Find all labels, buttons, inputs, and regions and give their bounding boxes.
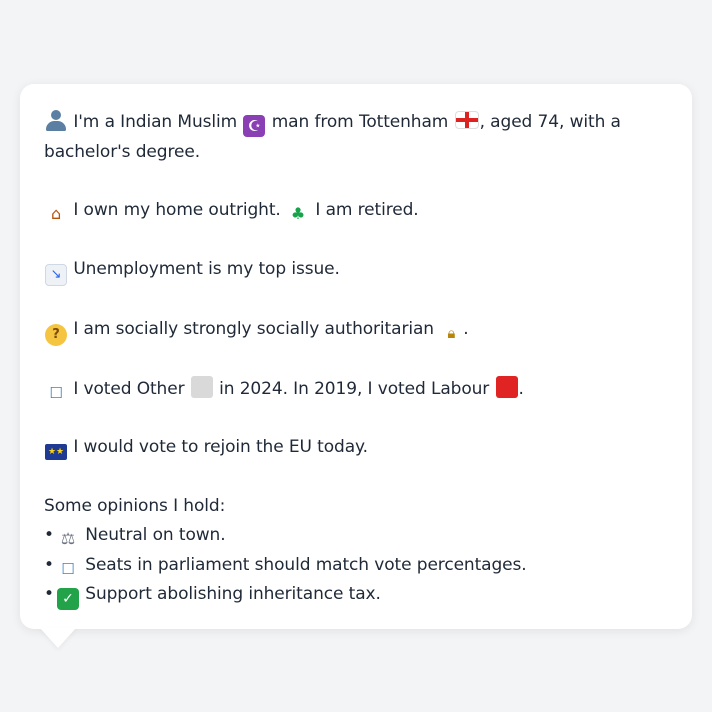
vote-end: . <box>518 378 524 399</box>
intro-part4: bachelor's degree. <box>44 141 201 162</box>
vote-line: ☐ I voted Other in 2024. In 2019, I vote… <box>44 375 668 405</box>
ballot-box-icon: ☐ <box>49 383 63 402</box>
opinion-text: Seats in parliament should match vote pe… <box>85 554 527 575</box>
check-mark-button-icon: ✓ <box>56 588 79 610</box>
eu-line: ★★ I would vote to rejoin the EU today. <box>44 433 668 463</box>
balance-scale-icon: ⚖ <box>60 529 76 548</box>
intro-part2: man from Tottenham <box>271 112 449 132</box>
england-flag-icon <box>454 111 479 129</box>
bullet: • <box>44 554 54 575</box>
housing-line: ⌂ I own my home outright. ♣ I am retired… <box>44 196 668 226</box>
social-end: . <box>463 318 469 339</box>
opinions-heading: Some opinions I hold: <box>44 495 226 516</box>
house-icon: ⌂ <box>50 204 62 223</box>
red-square-icon <box>495 375 518 398</box>
opinion-text: Support abolishing inheritance tax. <box>85 584 381 604</box>
intro-part3: , aged 74, with a <box>479 112 621 132</box>
eu-text: I would vote to rejoin the EU today. <box>73 437 368 457</box>
intro-line: I'm a Indian Muslim ☪ man from Tottenham… <box>44 108 668 167</box>
opinion-item: • ✓ Support abolishing inheritance tax. <box>44 580 668 610</box>
thinking-face-icon: ? <box>45 323 67 346</box>
bullet: • <box>44 584 54 604</box>
vote-part2: in 2024. In 2019, I voted Labour <box>219 378 490 399</box>
issue-line: ↘ Unemployment is my top issue. <box>44 255 668 286</box>
lock-icon: 🔒︎ <box>447 323 456 342</box>
persona-description: I'm a Indian Muslim ☪ man from Tottenham… <box>44 108 668 610</box>
bullet: • <box>44 525 54 545</box>
palm-tree-icon: ♣ <box>290 204 306 223</box>
person-silhouette-icon <box>45 109 67 131</box>
opinion-text: Neutral on town. <box>85 525 226 545</box>
work-text: I am retired. <box>315 200 419 220</box>
home-text: I own my home outright. <box>73 200 281 220</box>
issue-text: Unemployment is my top issue. <box>73 258 340 279</box>
vote-part1: I voted Other <box>73 378 185 399</box>
intro-part1: I'm a Indian Muslim <box>73 112 238 132</box>
speech-bubble-tail <box>40 628 76 648</box>
ballot-box-icon: ☐ <box>61 559 75 578</box>
opinion-item: • ☐ Seats in parliament should match vote… <box>44 551 668 581</box>
grey-square-icon <box>190 375 213 398</box>
eu-flag-icon: ★★ <box>45 444 67 460</box>
opinion-item: • ⚖ Neutral on town. <box>44 521 668 551</box>
social-line: ? I am socially strongly socially author… <box>44 315 668 346</box>
social-text: I am socially strongly socially authorit… <box>73 318 434 339</box>
chart-decreasing-icon: ↘ <box>45 263 67 286</box>
persona-speech-bubble: I'm a Indian Muslim ☪ man from Tottenham… <box>20 84 692 629</box>
star-and-crescent-icon: ☪ <box>243 115 266 137</box>
